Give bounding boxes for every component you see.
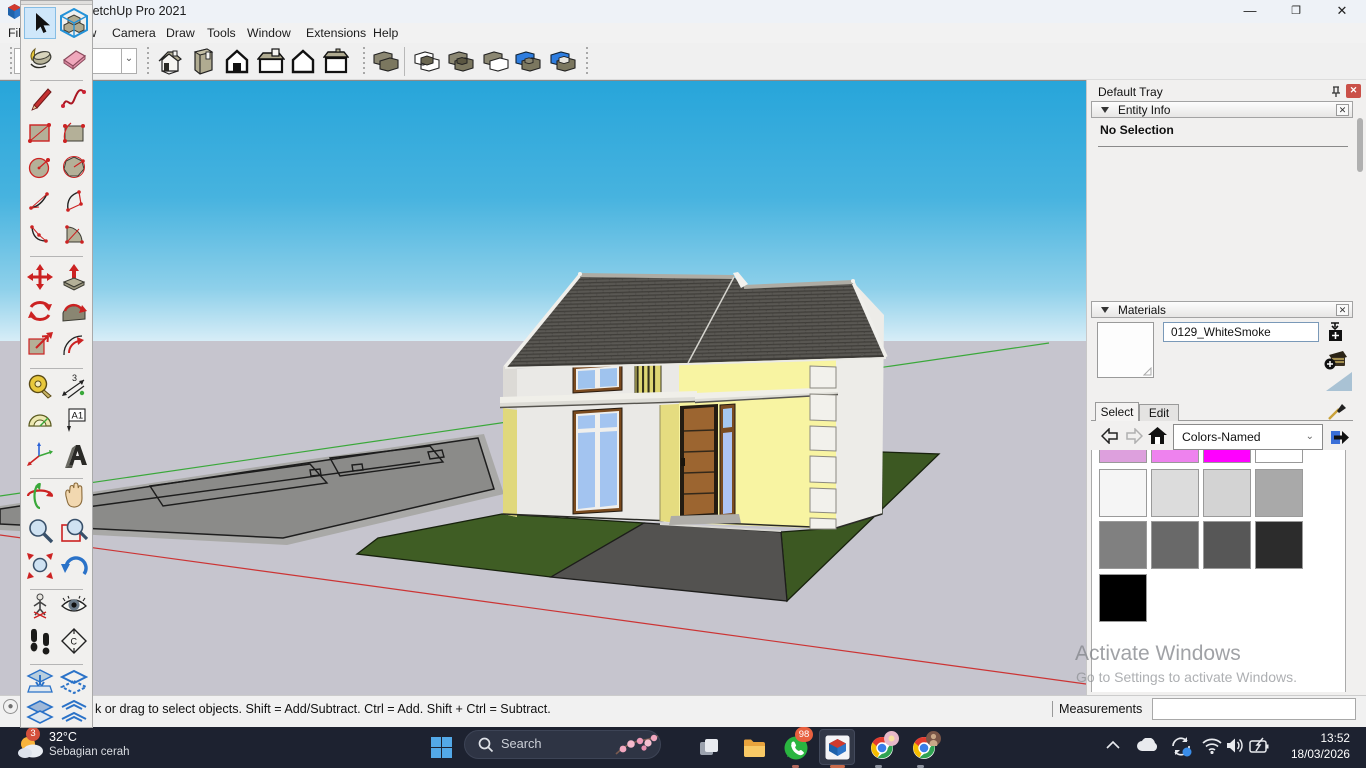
- svg-text:C: C: [71, 637, 78, 647]
- svg-text:3: 3: [72, 373, 77, 383]
- svg-text:A1: A1: [72, 411, 84, 422]
